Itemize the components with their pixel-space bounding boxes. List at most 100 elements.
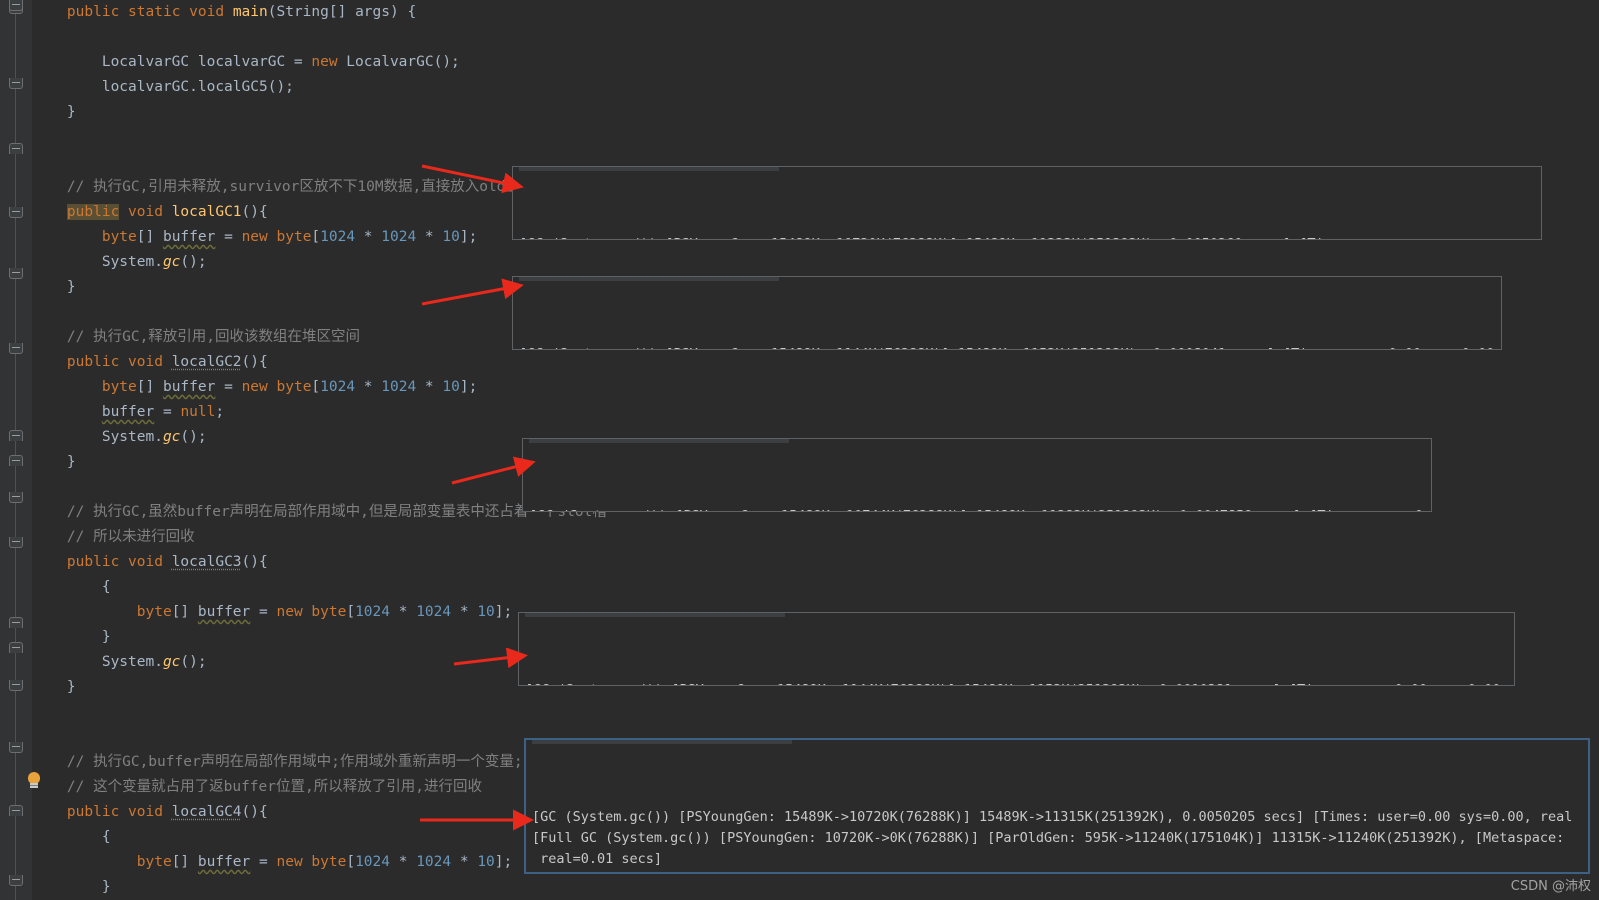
code-token: byte	[136, 854, 172, 870]
gc-log-line: [GC (System.gc()) [PSYoungGen: 15489K->1…	[529, 506, 1431, 511]
fold-marker[interactable]	[9, 78, 23, 89]
code-token: =	[215, 379, 242, 395]
fold-marker[interactable]	[9, 642, 23, 653]
fold-marker[interactable]	[9, 805, 23, 816]
code-token: new	[241, 379, 268, 395]
gc-log-line: [GC (System.gc()) [PSYoungGen: 15489K->1…	[519, 344, 1501, 349]
fold-marker[interactable]	[9, 343, 23, 354]
code-token: }	[66, 104, 76, 120]
fold-marker[interactable]	[9, 455, 23, 466]
code-line: buffer = null;	[32, 400, 1132, 425]
gc-log-text: [Full GC (System.gc()) [PSYoungGen: 1072…	[532, 830, 1565, 846]
gc-log-panel-localgc1: [GC (System.gc()) [PSYoungGen: 15489K->1…	[512, 166, 1542, 240]
code-token: byte	[101, 379, 137, 395]
code-line: // 所以未进行回收	[32, 525, 1132, 550]
code-token: public	[66, 354, 120, 370]
gc-log-text: [GC (System.gc()) [PSYoungGen: 0K->0K(76…	[532, 872, 1572, 874]
code-token: buffer	[162, 379, 216, 395]
fold-marker[interactable]	[9, 0, 23, 11]
code-token: new	[311, 54, 338, 70]
code-token: 1024	[320, 379, 356, 395]
code-token: 10	[442, 229, 460, 245]
code-token: {	[101, 579, 111, 595]
fold-marker[interactable]	[9, 617, 23, 628]
gc-log-text: [GC (System.gc()) [PSYoungGen: 15489K->1…	[519, 236, 1372, 239]
panel-stub	[519, 277, 779, 281]
code-token: public	[66, 804, 120, 820]
code-line: public static void main(String[] args) {	[32, 0, 1132, 25]
code-line: byte[] buffer = new byte[1024 * 1024 * 1…	[32, 375, 1132, 400]
code-token: // 执行GC,引用未释放,survivor区放不下10M数据,直接放入old区	[66, 179, 520, 195]
fold-marker[interactable]	[9, 430, 23, 441]
code-token: [	[311, 229, 321, 245]
code-token: localGC2	[171, 354, 242, 370]
code-token: null	[180, 404, 216, 420]
fold-marker[interactable]	[9, 268, 23, 279]
code-token: []	[136, 379, 163, 395]
code-token: 1024	[381, 229, 417, 245]
gc-log-panel-localgc4: [GC (System.gc()) [PSYoungGen: 15489K->1…	[518, 612, 1515, 686]
code-token: *	[390, 604, 417, 620]
code-token: byte	[276, 229, 312, 245]
code-token: localvarGC.localGC5();	[101, 79, 294, 95]
code-token: localGC4	[171, 804, 242, 820]
fold-marker[interactable]	[9, 680, 23, 691]
fold-marker[interactable]	[9, 875, 23, 886]
code-token: []	[171, 604, 198, 620]
code-token: localGC3	[171, 554, 242, 570]
code-token: []	[171, 854, 198, 870]
code-token: *	[355, 229, 382, 245]
code-token: static	[128, 4, 181, 20]
code-token: void	[128, 204, 163, 220]
gc-log-text: [GC (System.gc()) [PSYoungGen: 15489K->1…	[532, 809, 1573, 825]
code-token: =	[250, 604, 277, 620]
code-token: byte	[311, 854, 347, 870]
code-token: byte	[311, 604, 347, 620]
fold-marker[interactable]	[9, 537, 23, 548]
code-token: buffer	[197, 854, 251, 870]
code-token: // 所以未进行回收	[66, 529, 195, 545]
code-token: []	[136, 229, 163, 245]
fold-marker[interactable]	[9, 492, 23, 503]
code-token: gc	[162, 429, 181, 445]
code-token: ];	[459, 229, 478, 245]
code-token: {	[101, 829, 111, 845]
csdn-watermark: CSDN @沛权	[1510, 879, 1591, 894]
code-token: byte	[136, 604, 172, 620]
code-token: void	[128, 354, 163, 370]
editor-gutter[interactable]	[0, 0, 40, 900]
code-token: ();	[180, 654, 207, 670]
panel-stub	[532, 740, 792, 744]
code-token: System.	[101, 654, 163, 670]
code-token: ];	[494, 604, 513, 620]
fold-marker[interactable]	[9, 207, 23, 218]
code-line: {	[32, 575, 1132, 600]
code-token: (){	[241, 354, 268, 370]
code-token: LocalvarGC();	[337, 54, 460, 70]
code-token: (){	[241, 204, 268, 220]
code-token: (){	[241, 804, 268, 820]
code-token: (){	[241, 554, 268, 570]
code-token: *	[451, 854, 478, 870]
code-token: =	[215, 229, 242, 245]
code-token: 1024	[320, 229, 356, 245]
code-token: new	[276, 604, 303, 620]
fold-marker[interactable]	[9, 143, 23, 154]
code-token: 10	[442, 379, 460, 395]
code-token: *	[390, 854, 417, 870]
gc-log-panel-localgc2: [GC (System.gc()) [PSYoungGen: 15489K->1…	[512, 276, 1502, 350]
code-token: // 这个变量就占用了返buffer位置,所以释放了引用,进行回收	[66, 779, 482, 795]
gc-log-panel-localgc5: [GC (System.gc()) [PSYoungGen: 15489K->1…	[524, 738, 1590, 874]
code-token: *	[416, 379, 443, 395]
fold-marker[interactable]	[9, 742, 23, 753]
